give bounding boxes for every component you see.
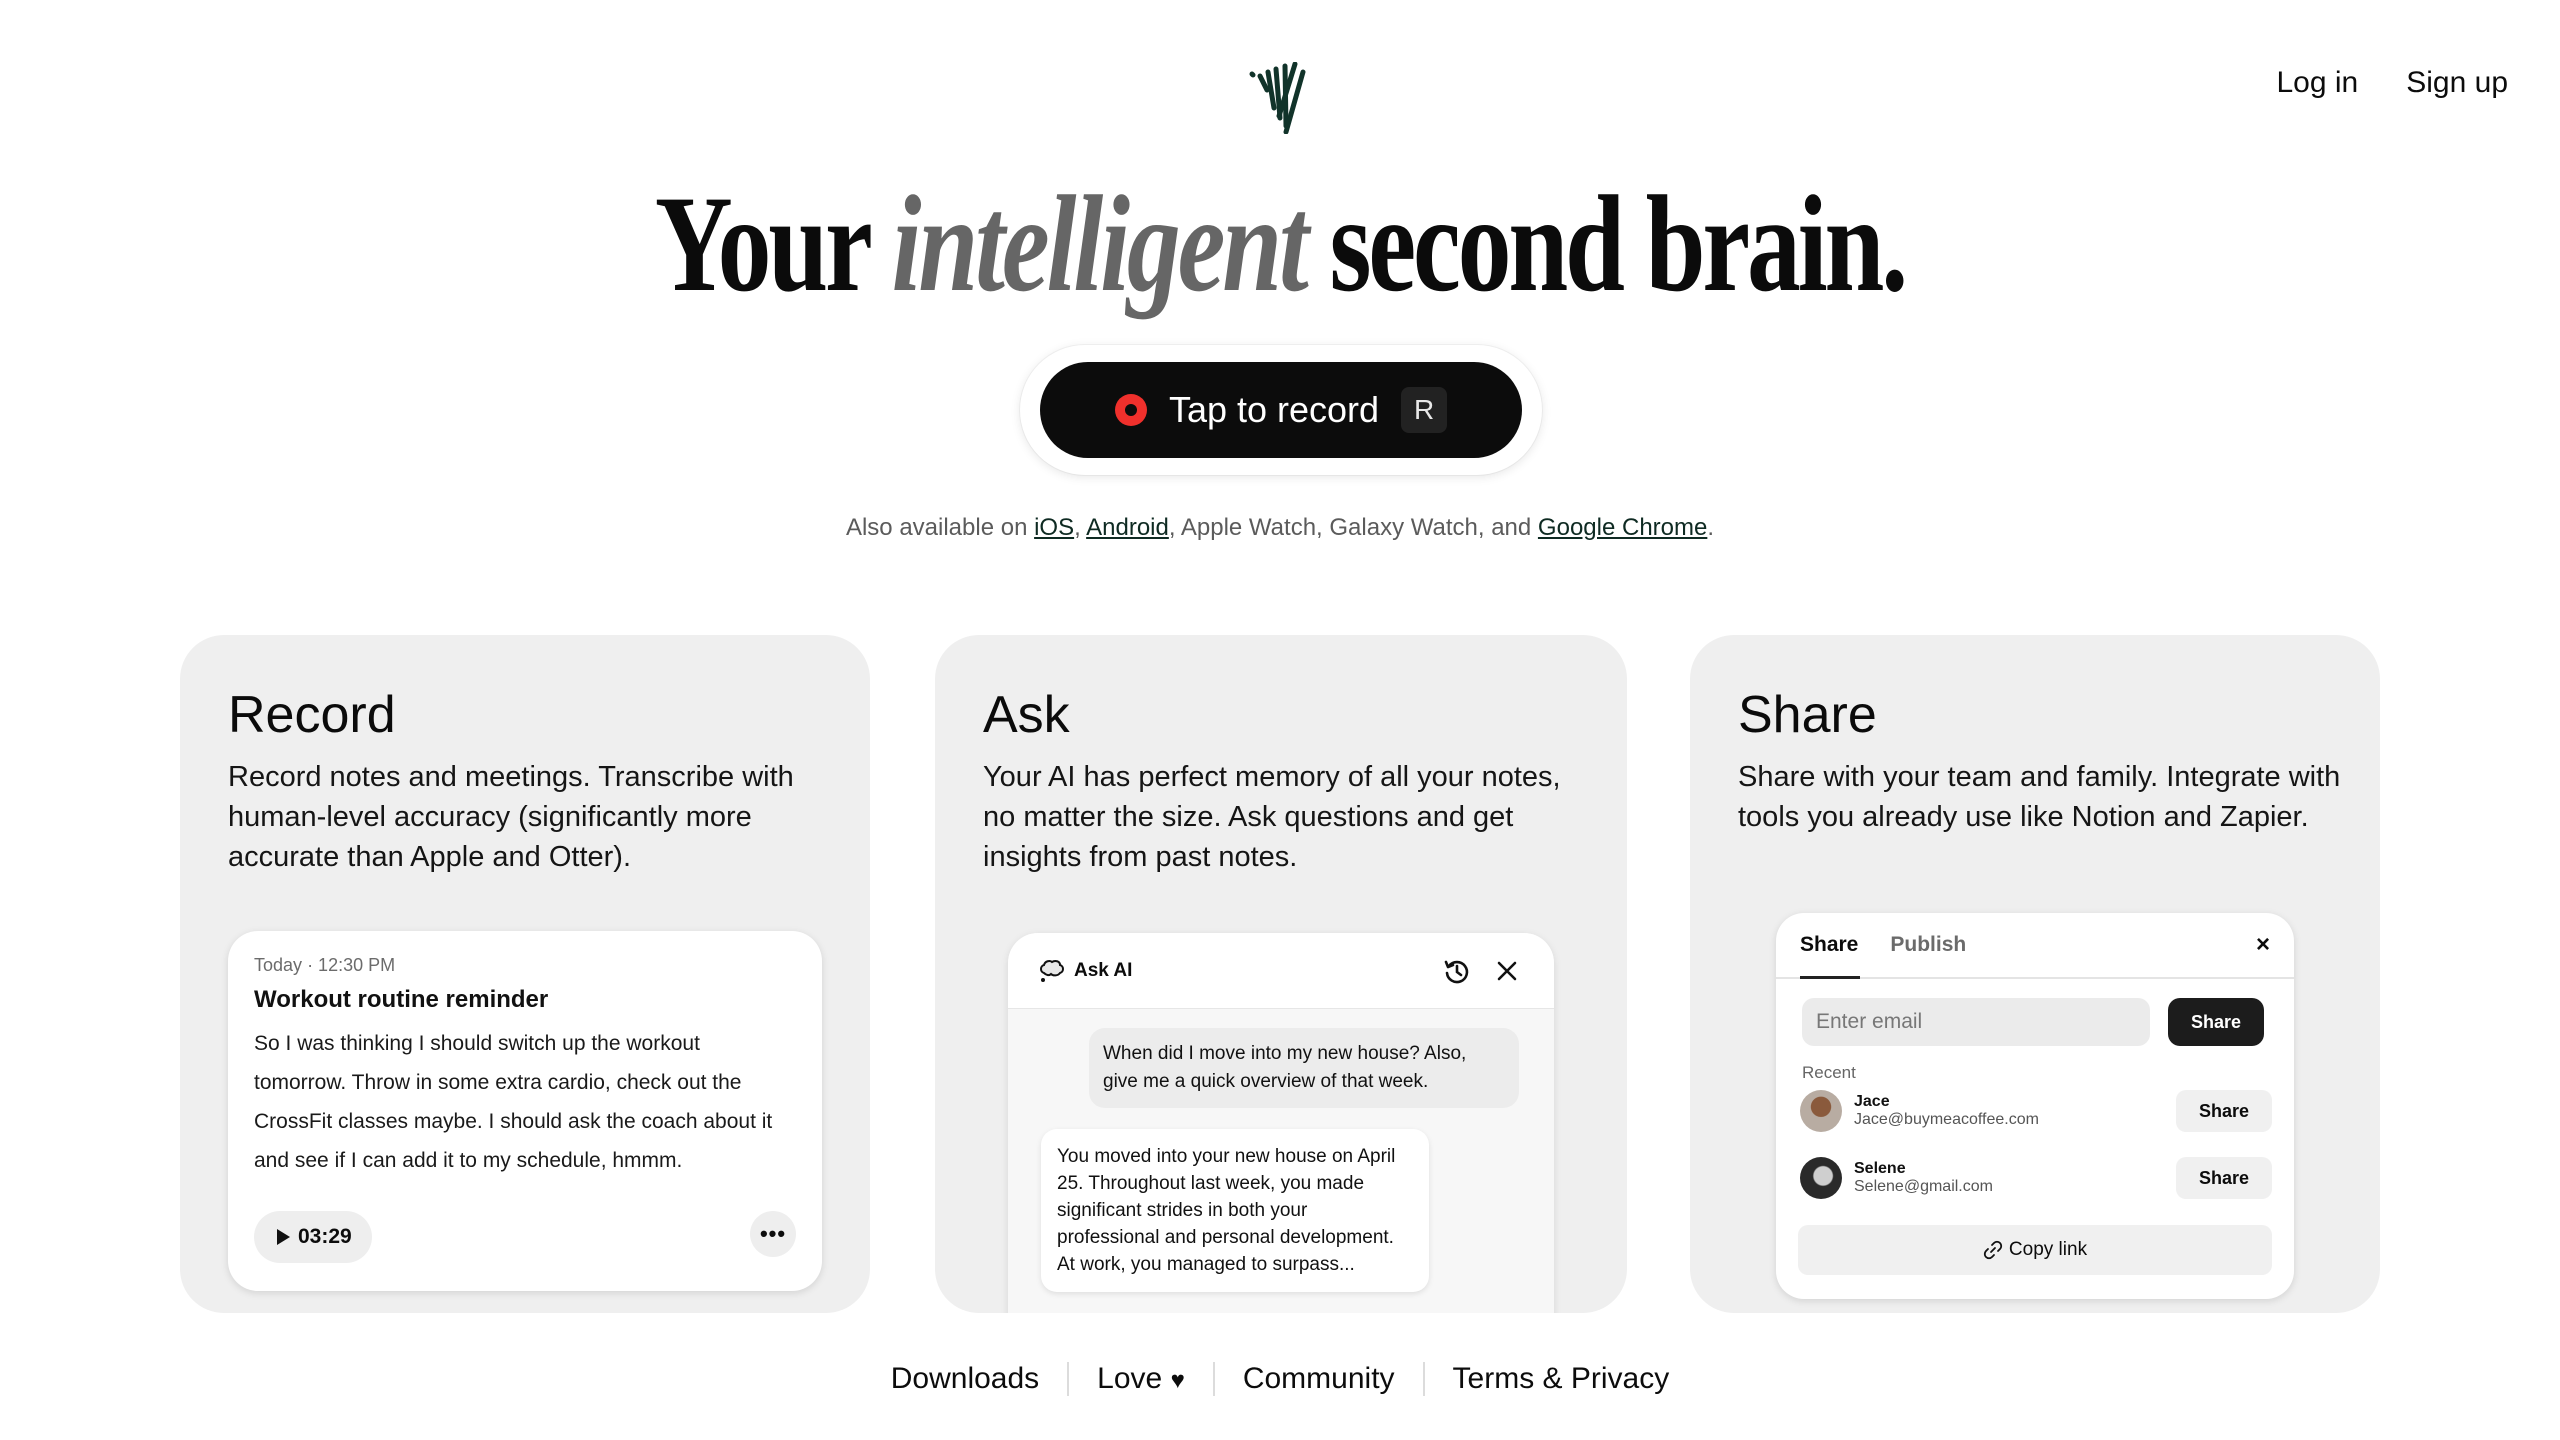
card-title: Ask [983,686,1070,744]
availability-text: Also available on iOS, Android, Apple Wa… [0,514,2560,542]
user-question-bubble: When did I move into my new house? Also,… [1089,1028,1519,1108]
active-tab-indicator [1800,976,1860,979]
share-contact-button[interactable]: Share [2176,1157,2272,1199]
contact-name: Selene [1854,1160,1906,1177]
ask-ai-panel: Ask AI When did I move into my new house… [1008,933,1554,1313]
footer-terms-link[interactable]: Terms & Privacy [1425,1362,1698,1396]
audio-duration: 03:29 [298,1225,352,1248]
copy-link-button[interactable]: Copy link [1798,1225,2272,1275]
share-tabs: Share Publish × [1776,913,2294,979]
chrome-link[interactable]: Google Chrome [1538,514,1707,541]
share-contact-button[interactable]: Share [2176,1090,2272,1132]
contact-name: Jace [1854,1093,1890,1110]
contact-info: Selene Selene@gmail.com [1854,1160,1993,1196]
note-preview[interactable]: Today · 12:30 PM Workout routine reminde… [228,931,822,1291]
contact-email: Selene@gmail.com [1854,1178,1993,1195]
record-label: Tap to record [1168,389,1380,430]
avatar [1800,1157,1842,1199]
tap-to-record-button[interactable]: Tap to record R [1040,362,1522,458]
feature-card-share: Share Share with your team and family. I… [1690,635,2380,1313]
contact-info: Jace Jace@buymeacoffee.com [1854,1093,2039,1129]
ellipsis-icon: ••• [759,1221,787,1246]
love-label: Love [1097,1362,1163,1395]
card-description: Record notes and meetings. Transcribe wi… [228,761,794,873]
brand-logo-icon[interactable] [1248,61,1312,135]
ios-link[interactable]: iOS [1034,514,1074,541]
android-link[interactable]: Android [1086,514,1169,541]
ai-answer-bubble: You moved into your new house on April 2… [1041,1129,1429,1292]
card-title: Share [1738,686,1877,744]
note-date: Today [254,955,303,975]
tab-publish[interactable]: Publish [1890,933,1966,957]
copy-link-label: Copy link [2008,1239,2088,1260]
play-audio-button[interactable]: 03:29 [254,1211,372,1263]
note-time: · 12:30 PM [307,955,396,975]
close-icon[interactable]: × [2256,931,2270,959]
keyboard-shortcut-badge: R [1401,387,1448,433]
footer-love-link[interactable]: Love ♥ [1069,1362,1213,1396]
footer-community-link[interactable]: Community [1215,1362,1423,1396]
feature-card-record: Record Record notes and meetings. Transc… [180,635,870,1313]
headline-part-1: Your [654,167,871,320]
avatar [1800,1090,1842,1132]
footer-nav: Downloads Love ♥ Community Terms & Priva… [0,1362,2560,1396]
share-email-row: Share [1802,998,2264,1046]
play-icon [277,1229,290,1245]
heart-icon: ♥ [1170,1367,1185,1394]
feature-card-ask: Ask Your AI has perfect memory of all yo… [935,635,1627,1313]
avail-sep: , [1074,514,1087,541]
login-link[interactable]: Log in [2277,66,2359,100]
card-description: Your AI has perfect memory of all your n… [983,761,1561,873]
ask-ai-title: Ask AI [1074,959,1133,981]
hero-headline: Your intelligent second brain. [282,168,2279,320]
card-description: Share with your team and family. Integra… [1738,761,2341,833]
footer-downloads-link[interactable]: Downloads [863,1362,1067,1396]
share-panel: Share Publish × Share Recent Jace Jace@b… [1776,913,2294,1299]
email-input[interactable] [1802,998,2150,1046]
link-icon [1983,1240,2003,1260]
share-submit-button[interactable]: Share [2168,998,2264,1046]
contact-email: Jace@buymeacoffee.com [1854,1111,2039,1128]
tab-share[interactable]: Share [1800,933,1858,957]
note-body: So I was thinking I should switch up the… [254,1032,773,1172]
more-options-button[interactable]: ••• [750,1211,796,1257]
close-icon[interactable] [1490,954,1524,988]
thought-bubble-icon [1040,959,1064,982]
avail-prefix: Also available on [845,514,1035,541]
history-icon[interactable] [1440,954,1474,988]
record-dot-icon [1114,394,1147,426]
avail-end: . [1707,514,1715,541]
recent-label: Recent [1802,1063,1856,1082]
headline-emphasis: intelligent [891,167,1309,320]
avail-mid: , Apple Watch, Galaxy Watch, and [1168,514,1538,541]
card-title: Record [228,686,396,744]
note-title: Workout routine reminder [254,986,549,1013]
record-button-wrapper: Tap to record R [1020,345,1542,475]
recent-contact: Jace Jace@buymeacoffee.com Share [1800,1089,2272,1133]
note-meta: Today · 12:30 PM [254,955,796,976]
ask-ai-header: Ask AI [1008,933,1554,1009]
top-nav: Log in Sign up [2277,66,2509,100]
signup-link[interactable]: Sign up [2406,66,2508,100]
recent-contact: Selene Selene@gmail.com Share [1800,1156,2272,1200]
headline-part-2: second brain. [1329,167,1909,320]
